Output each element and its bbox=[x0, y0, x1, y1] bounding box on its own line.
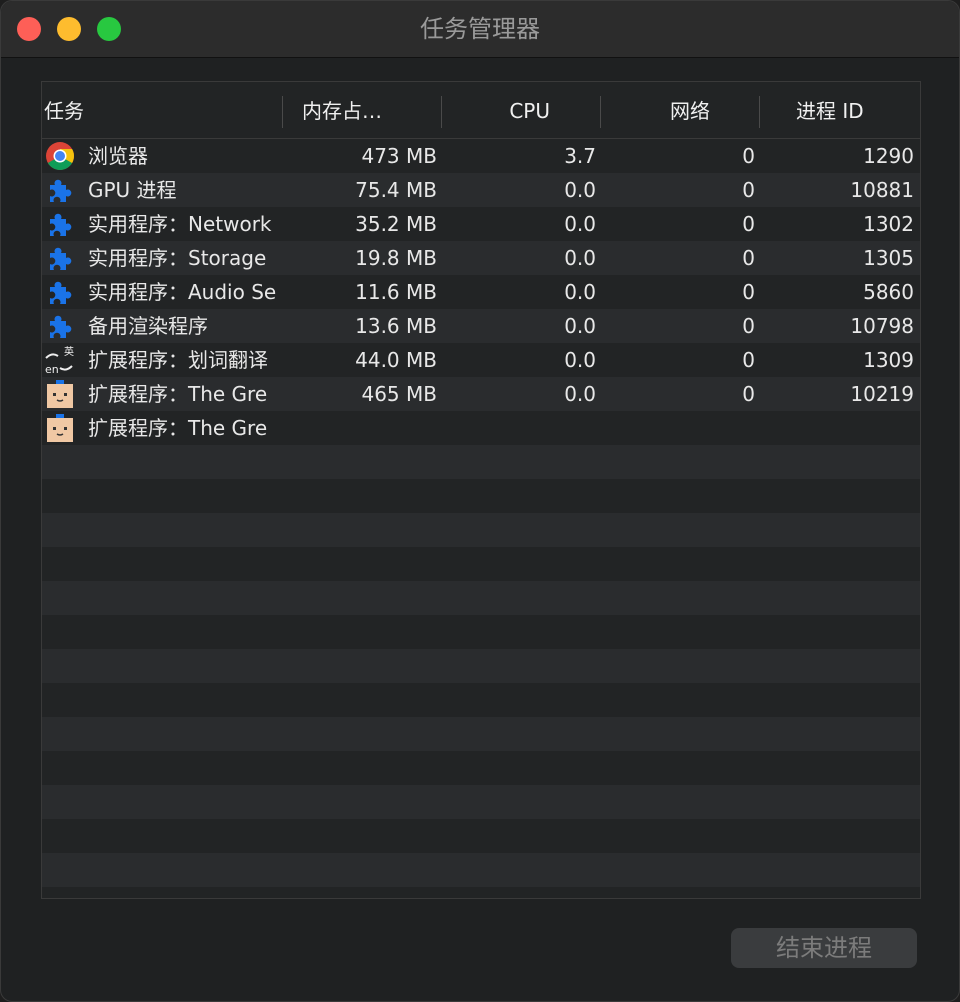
network-value: 0 bbox=[742, 212, 755, 236]
table-row[interactable]: 扩展程序：The Gre bbox=[42, 411, 920, 445]
cpu-value: 0.0 bbox=[564, 280, 596, 304]
task-name: 实用程序：Storage bbox=[88, 246, 267, 270]
empty-row bbox=[42, 581, 920, 615]
column-header-cpu[interactable]: CPU bbox=[442, 82, 600, 138]
empty-row bbox=[42, 513, 920, 547]
pid-value: 1302 bbox=[863, 212, 914, 236]
column-header-network[interactable]: 网络 bbox=[602, 82, 760, 138]
table-body: 浏览器 473 MB 3.7 0 1290 GPU 进程 75.4 MB 0.0 0 10881 实… bbox=[42, 139, 920, 887]
pid-value: 1290 bbox=[863, 144, 914, 168]
empty-row bbox=[42, 853, 920, 887]
column-header-memory[interactable]: 内存占… bbox=[282, 82, 440, 138]
table-header: 任务 内存占… CPU 网络 进程 ID bbox=[42, 82, 920, 139]
empty-row bbox=[42, 717, 920, 751]
empty-row bbox=[42, 445, 920, 479]
cpu-value: 3.7 bbox=[564, 144, 596, 168]
cpu-value: 0.0 bbox=[564, 178, 596, 202]
table-row[interactable]: 英 en 扩展程序：划词翻译 44.0 MB 0.0 0 1309 bbox=[42, 343, 920, 377]
cpu-value: 0.0 bbox=[564, 314, 596, 338]
end-process-button[interactable]: 结束进程 bbox=[731, 928, 917, 968]
process-table: 任务 内存占… CPU 网络 进程 ID 浏览器 473 MB 3.7 0 1290 GP… bbox=[41, 81, 921, 899]
table-row[interactable]: 实用程序：Storage 19.8 MB 0.0 0 1305 bbox=[42, 241, 920, 275]
cpu-value: 0.0 bbox=[564, 382, 596, 406]
task-name: 扩展程序：划词翻译 bbox=[88, 348, 268, 372]
great-suspender-icon bbox=[44, 411, 76, 445]
empty-row bbox=[42, 683, 920, 717]
network-value bbox=[602, 411, 755, 445]
network-value: 0 bbox=[742, 144, 755, 168]
column-header-task[interactable]: 任务 bbox=[44, 82, 280, 138]
network-value: 0 bbox=[742, 314, 755, 338]
memory-value: 35.2 MB bbox=[355, 212, 437, 236]
network-value: 0 bbox=[742, 280, 755, 304]
empty-row bbox=[42, 479, 920, 513]
translate-extension-icon: 英 en bbox=[44, 343, 76, 377]
pid-value: 1309 bbox=[863, 348, 914, 372]
task-name: 浏览器 bbox=[88, 144, 148, 168]
translate-icon-top-text: 英 bbox=[64, 345, 74, 358]
cpu-value: 0.0 bbox=[564, 348, 596, 372]
column-header-pid[interactable]: 进程 ID bbox=[760, 82, 918, 138]
memory-value: 465 MB bbox=[361, 382, 437, 406]
empty-row bbox=[42, 785, 920, 819]
table-row[interactable]: 扩展程序：The Gre 465 MB 0.0 0 10219 bbox=[42, 377, 920, 411]
translate-icon-bottom-text: en bbox=[45, 363, 59, 376]
pid-value bbox=[760, 411, 914, 445]
network-value: 0 bbox=[742, 348, 755, 372]
network-value: 0 bbox=[742, 178, 755, 202]
chrome-icon bbox=[44, 139, 76, 173]
table-row[interactable]: 备用渲染程序 13.6 MB 0.0 0 10798 bbox=[42, 309, 920, 343]
task-name: 备用渲染程序 bbox=[88, 314, 208, 338]
window-title: 任务管理器 bbox=[420, 15, 540, 43]
empty-row bbox=[42, 751, 920, 785]
puzzle-icon bbox=[44, 207, 76, 241]
task-name: GPU 进程 bbox=[88, 178, 177, 202]
empty-row bbox=[42, 547, 920, 581]
puzzle-icon bbox=[44, 173, 76, 207]
pid-value: 10798 bbox=[850, 314, 914, 338]
pid-value: 5860 bbox=[863, 280, 914, 304]
puzzle-icon bbox=[44, 309, 76, 343]
task-name: 实用程序：Audio Se bbox=[88, 280, 277, 304]
memory-value: 75.4 MB bbox=[355, 178, 437, 202]
pid-value: 1305 bbox=[863, 246, 914, 270]
cpu-value bbox=[442, 411, 596, 445]
task-name: 扩展程序：The Gre bbox=[88, 382, 268, 406]
memory-value: 473 MB bbox=[361, 144, 437, 168]
great-suspender-icon bbox=[44, 377, 76, 411]
network-value: 0 bbox=[742, 246, 755, 270]
pid-value: 10219 bbox=[850, 382, 914, 406]
pid-value: 10881 bbox=[850, 178, 914, 202]
task-name: 扩展程序：The Gre bbox=[88, 416, 268, 440]
table-row[interactable]: GPU 进程 75.4 MB 0.0 0 10881 bbox=[42, 173, 920, 207]
empty-row bbox=[42, 615, 920, 649]
column-divider[interactable] bbox=[600, 96, 601, 128]
memory-value: 13.6 MB bbox=[355, 314, 437, 338]
empty-row bbox=[42, 649, 920, 683]
task-name: 实用程序：Network bbox=[88, 212, 272, 236]
network-value: 0 bbox=[742, 382, 755, 406]
table-row[interactable]: 实用程序：Audio Se 11.6 MB 0.0 0 5860 bbox=[42, 275, 920, 309]
puzzle-icon bbox=[44, 275, 76, 309]
cpu-value: 0.0 bbox=[564, 246, 596, 270]
memory-value: 44.0 MB bbox=[355, 348, 437, 372]
memory-value: 11.6 MB bbox=[355, 280, 437, 304]
table-row[interactable]: 实用程序：Network 35.2 MB 0.0 0 1302 bbox=[42, 207, 920, 241]
empty-row bbox=[42, 819, 920, 853]
table-row[interactable]: 浏览器 473 MB 3.7 0 1290 bbox=[42, 139, 920, 173]
task-manager-window: 任务管理器 任务 内存占… CPU 网络 进程 ID 浏览器 473 MB 3.7 0… bbox=[0, 0, 960, 1002]
memory-value bbox=[282, 411, 437, 445]
puzzle-icon bbox=[44, 241, 76, 275]
title-bar: 任务管理器 bbox=[1, 1, 959, 58]
memory-value: 19.8 MB bbox=[355, 246, 437, 270]
cpu-value: 0.0 bbox=[564, 212, 596, 236]
